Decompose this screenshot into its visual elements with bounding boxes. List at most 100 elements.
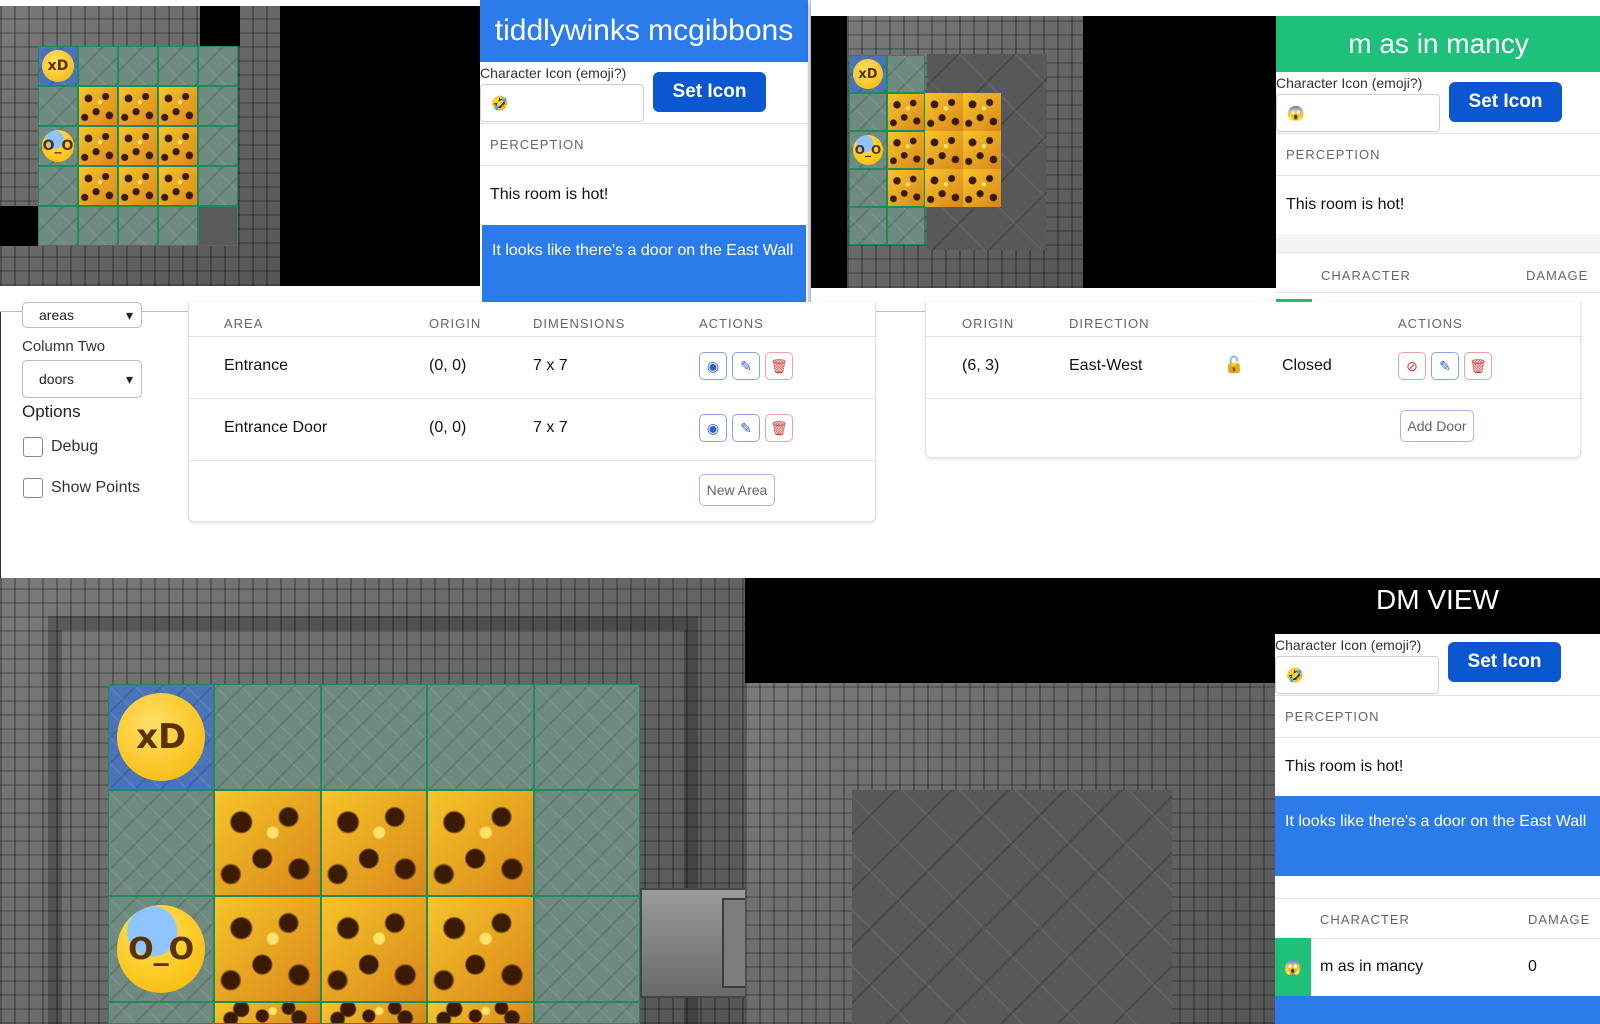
map-cell[interactable] bbox=[38, 86, 78, 126]
perception-text: This room is hot! bbox=[1285, 758, 1404, 775]
character-icon-label: Character Icon (emoji?) bbox=[1275, 637, 1422, 653]
lava-cell[interactable] bbox=[963, 93, 1001, 131]
toggle-visibility-button[interactable]: ⊘ bbox=[1398, 352, 1426, 380]
lava-cell[interactable] bbox=[427, 790, 534, 896]
lava-cell[interactable] bbox=[214, 790, 321, 896]
map-cell[interactable] bbox=[214, 684, 321, 790]
map-cell[interactable] bbox=[198, 46, 238, 86]
column-one-select[interactable]: areas bbox=[22, 302, 142, 328]
new-area-button[interactable]: New Area bbox=[699, 474, 775, 506]
map-cell[interactable] bbox=[38, 166, 78, 206]
lava-cell[interactable] bbox=[925, 93, 963, 131]
table-row[interactable]: 😱 m as in mancy 0 bbox=[1275, 938, 1600, 996]
map-cell[interactable] bbox=[533, 896, 640, 1002]
set-icon-button[interactable]: Set Icon bbox=[1448, 642, 1561, 682]
map-cell[interactable]: xD bbox=[108, 684, 215, 790]
character-icon-input[interactable]: 🤣 bbox=[1275, 656, 1439, 694]
character-token-laughing[interactable]: xD bbox=[109, 685, 213, 789]
map-cell[interactable] bbox=[849, 93, 887, 131]
map-cell[interactable] bbox=[198, 86, 238, 126]
show-points-checkbox[interactable] bbox=[23, 478, 43, 498]
map-cell[interactable] bbox=[849, 207, 887, 245]
add-door-button[interactable]: Add Door bbox=[1400, 410, 1474, 442]
character-token-laughing[interactable]: xD bbox=[39, 47, 77, 85]
lava-cell[interactable] bbox=[214, 896, 321, 1002]
view-area-button[interactable]: ◉ bbox=[699, 352, 727, 380]
perception-header: PERCEPTION bbox=[1285, 709, 1380, 724]
character-token-laughing[interactable]: xD bbox=[850, 56, 886, 92]
delete-area-button[interactable]: 🗑 bbox=[765, 414, 793, 442]
player-name-title: tiddlywinks mcgibbons bbox=[480, 0, 808, 62]
unlock-icon[interactable]: 🔓 bbox=[1224, 355, 1244, 375]
character-token-scared[interactable]: O_O bbox=[109, 897, 213, 1001]
lava-cell[interactable] bbox=[158, 86, 198, 126]
set-icon-button[interactable]: Set Icon bbox=[1449, 82, 1562, 122]
map-cell[interactable] bbox=[118, 46, 158, 86]
lava-cell[interactable] bbox=[925, 169, 963, 207]
lava-cell[interactable] bbox=[427, 1002, 534, 1024]
lava-cell[interactable] bbox=[925, 131, 963, 169]
lava-cell[interactable] bbox=[118, 86, 158, 126]
area-dimensions: 7 x 7 bbox=[533, 357, 568, 374]
column-two-select[interactable]: doors bbox=[22, 360, 142, 398]
map-cell[interactable] bbox=[118, 206, 158, 246]
map-cell[interactable] bbox=[108, 1002, 215, 1024]
character-token-scared[interactable]: O_O bbox=[850, 132, 886, 168]
map-cell[interactable] bbox=[887, 55, 925, 93]
lava-cell[interactable] bbox=[963, 131, 1001, 169]
map-cell[interactable] bbox=[78, 206, 118, 246]
delete-door-button[interactable]: 🗑 bbox=[1464, 352, 1492, 380]
lava-cell[interactable] bbox=[78, 126, 118, 166]
map-cell[interactable] bbox=[533, 790, 640, 896]
map-cell[interactable] bbox=[887, 207, 925, 245]
delete-area-button[interactable]: 🗑 bbox=[765, 352, 793, 380]
set-icon-button[interactable]: Set Icon bbox=[653, 72, 766, 112]
map-cell[interactable] bbox=[38, 206, 78, 246]
map-cell[interactable]: O_O bbox=[108, 896, 215, 1002]
lava-cell[interactable] bbox=[427, 896, 534, 1002]
player-map-grid: xD O_O bbox=[849, 55, 1001, 245]
map-cell[interactable] bbox=[78, 46, 118, 86]
map-cell[interactable] bbox=[427, 684, 534, 790]
character-icon-input[interactable]: 😱 bbox=[1276, 94, 1440, 132]
view-area-button[interactable]: ◉ bbox=[699, 414, 727, 442]
lava-cell[interactable] bbox=[158, 166, 198, 206]
edit-area-button[interactable]: ✎ bbox=[732, 352, 760, 380]
debug-checkbox[interactable] bbox=[23, 437, 43, 457]
lava-cell[interactable] bbox=[118, 126, 158, 166]
lava-cell[interactable] bbox=[78, 166, 118, 206]
character-token-scared[interactable]: O_O bbox=[39, 127, 77, 165]
map-cell[interactable]: xD bbox=[38, 46, 78, 86]
lava-cell[interactable] bbox=[320, 1002, 428, 1024]
lava-cell[interactable] bbox=[320, 896, 428, 1002]
map-cell[interactable]: O_O bbox=[38, 126, 78, 166]
map-cell[interactable]: O_O bbox=[849, 131, 887, 169]
lava-cell[interactable] bbox=[887, 93, 925, 131]
edit-icon: ✎ bbox=[740, 419, 752, 436]
perception-text: This room is hot! bbox=[1286, 196, 1405, 213]
edit-area-button[interactable]: ✎ bbox=[732, 414, 760, 442]
map-cell[interactable] bbox=[533, 684, 640, 790]
edit-door-button[interactable]: ✎ bbox=[1431, 352, 1459, 380]
map-cell[interactable] bbox=[849, 169, 887, 207]
map-cell[interactable] bbox=[320, 684, 428, 790]
map-cell[interactable] bbox=[158, 206, 198, 246]
perception-header: PERCEPTION bbox=[1286, 147, 1381, 162]
lava-cell[interactable] bbox=[214, 1002, 321, 1024]
lava-cell[interactable] bbox=[963, 169, 1001, 207]
map-cell[interactable] bbox=[533, 1002, 640, 1024]
edit-icon: ✎ bbox=[1439, 357, 1451, 374]
map-cell[interactable] bbox=[108, 790, 215, 896]
map-cell[interactable] bbox=[158, 46, 198, 86]
character-icon-input[interactable]: 🤣 bbox=[480, 84, 644, 122]
map-cell[interactable] bbox=[198, 166, 238, 206]
lava-cell[interactable] bbox=[887, 169, 925, 207]
lava-cell[interactable] bbox=[320, 790, 428, 896]
lava-cell[interactable] bbox=[887, 131, 925, 169]
lava-cell[interactable] bbox=[118, 166, 158, 206]
map-cell[interactable] bbox=[198, 126, 238, 166]
map-cell[interactable] bbox=[198, 206, 238, 246]
lava-cell[interactable] bbox=[158, 126, 198, 166]
map-cell[interactable]: xD bbox=[849, 55, 887, 93]
lava-cell[interactable] bbox=[78, 86, 118, 126]
